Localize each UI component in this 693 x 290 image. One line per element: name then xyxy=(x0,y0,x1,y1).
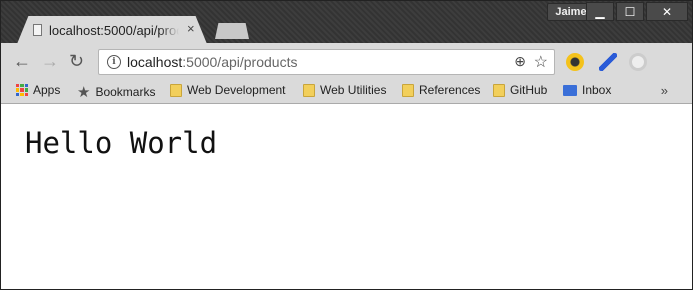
zoom-icon[interactable]: ⊕ xyxy=(514,53,526,70)
bookmark-references[interactable]: References xyxy=(402,83,480,97)
address-bar[interactable]: i localhost:5000/api/products ⊕ ☆ xyxy=(98,49,555,75)
reload-icon[interactable]: ↻ xyxy=(69,51,84,72)
extension-moon-icon[interactable] xyxy=(566,53,584,71)
bookmark-label: Web Development xyxy=(187,83,286,97)
window-controls: ▁ ☐ ✕ xyxy=(586,2,688,21)
apps-icon xyxy=(16,84,28,96)
bookmark-label: Inbox xyxy=(582,83,612,97)
new-tab-button[interactable] xyxy=(215,23,249,39)
tab-close-icon[interactable]: × xyxy=(187,21,195,36)
folder-icon xyxy=(493,83,505,97)
page-text: Hello World xyxy=(25,126,218,160)
forward-icon[interactable]: → xyxy=(41,51,59,72)
title-bar: Jaime ▁ ☐ ✕ localhost:5000/api/products … xyxy=(1,1,692,44)
folder-icon xyxy=(170,83,182,97)
bookmark-star-icon[interactable]: ☆ xyxy=(534,52,548,72)
bookmark-label: Apps xyxy=(33,83,61,97)
folder-icon xyxy=(402,83,414,97)
bookmark-web-development[interactable]: Web Development xyxy=(170,83,286,97)
bookmarks-overflow-icon[interactable]: » xyxy=(661,83,668,98)
toolbar: ← → ↻ i localhost:5000/api/products ⊕ ☆ xyxy=(1,43,692,81)
url-text[interactable]: localhost:5000/api/products xyxy=(127,54,297,70)
bookmark-label: GitHub xyxy=(510,83,548,97)
inbox-icon xyxy=(563,84,577,96)
folder-icon xyxy=(303,83,315,97)
bookmark-label: References xyxy=(419,83,481,97)
info-icon[interactable]: i xyxy=(107,55,121,69)
tab-active[interactable]: localhost:5000/api/products × xyxy=(17,16,207,44)
extension-sync-icon[interactable] xyxy=(629,53,647,71)
url-path: :5000/api/products xyxy=(182,54,298,70)
star-icon: ★ xyxy=(77,84,91,101)
tab-title: localhost:5000/api/products xyxy=(49,23,179,38)
color-picker-icon[interactable] xyxy=(599,53,617,71)
maximize-button[interactable]: ☐ xyxy=(616,2,644,21)
page-icon xyxy=(33,24,42,36)
bookmark-github[interactable]: GitHub xyxy=(493,83,547,97)
close-window-button[interactable]: ✕ xyxy=(646,2,688,21)
page-content: Hello World xyxy=(1,104,692,289)
minimize-button[interactable]: ▁ xyxy=(586,2,614,21)
bookmarks-bar: Apps ★ Bookmarks Web Development Web Uti… xyxy=(1,81,692,104)
bookmark-bookmarks[interactable]: ★ Bookmarks xyxy=(77,83,155,101)
bookmark-inbox[interactable]: Inbox xyxy=(563,83,611,97)
bookmark-apps[interactable]: Apps xyxy=(16,83,60,97)
bookmark-label: Web Utilities xyxy=(320,83,387,97)
back-icon[interactable]: ← xyxy=(13,51,31,72)
url-host: localhost xyxy=(127,54,183,70)
browser-window: Jaime ▁ ☐ ✕ localhost:5000/api/products … xyxy=(0,0,693,290)
bookmark-web-utilities[interactable]: Web Utilities xyxy=(303,83,386,97)
bookmark-label: Bookmarks xyxy=(95,85,156,99)
